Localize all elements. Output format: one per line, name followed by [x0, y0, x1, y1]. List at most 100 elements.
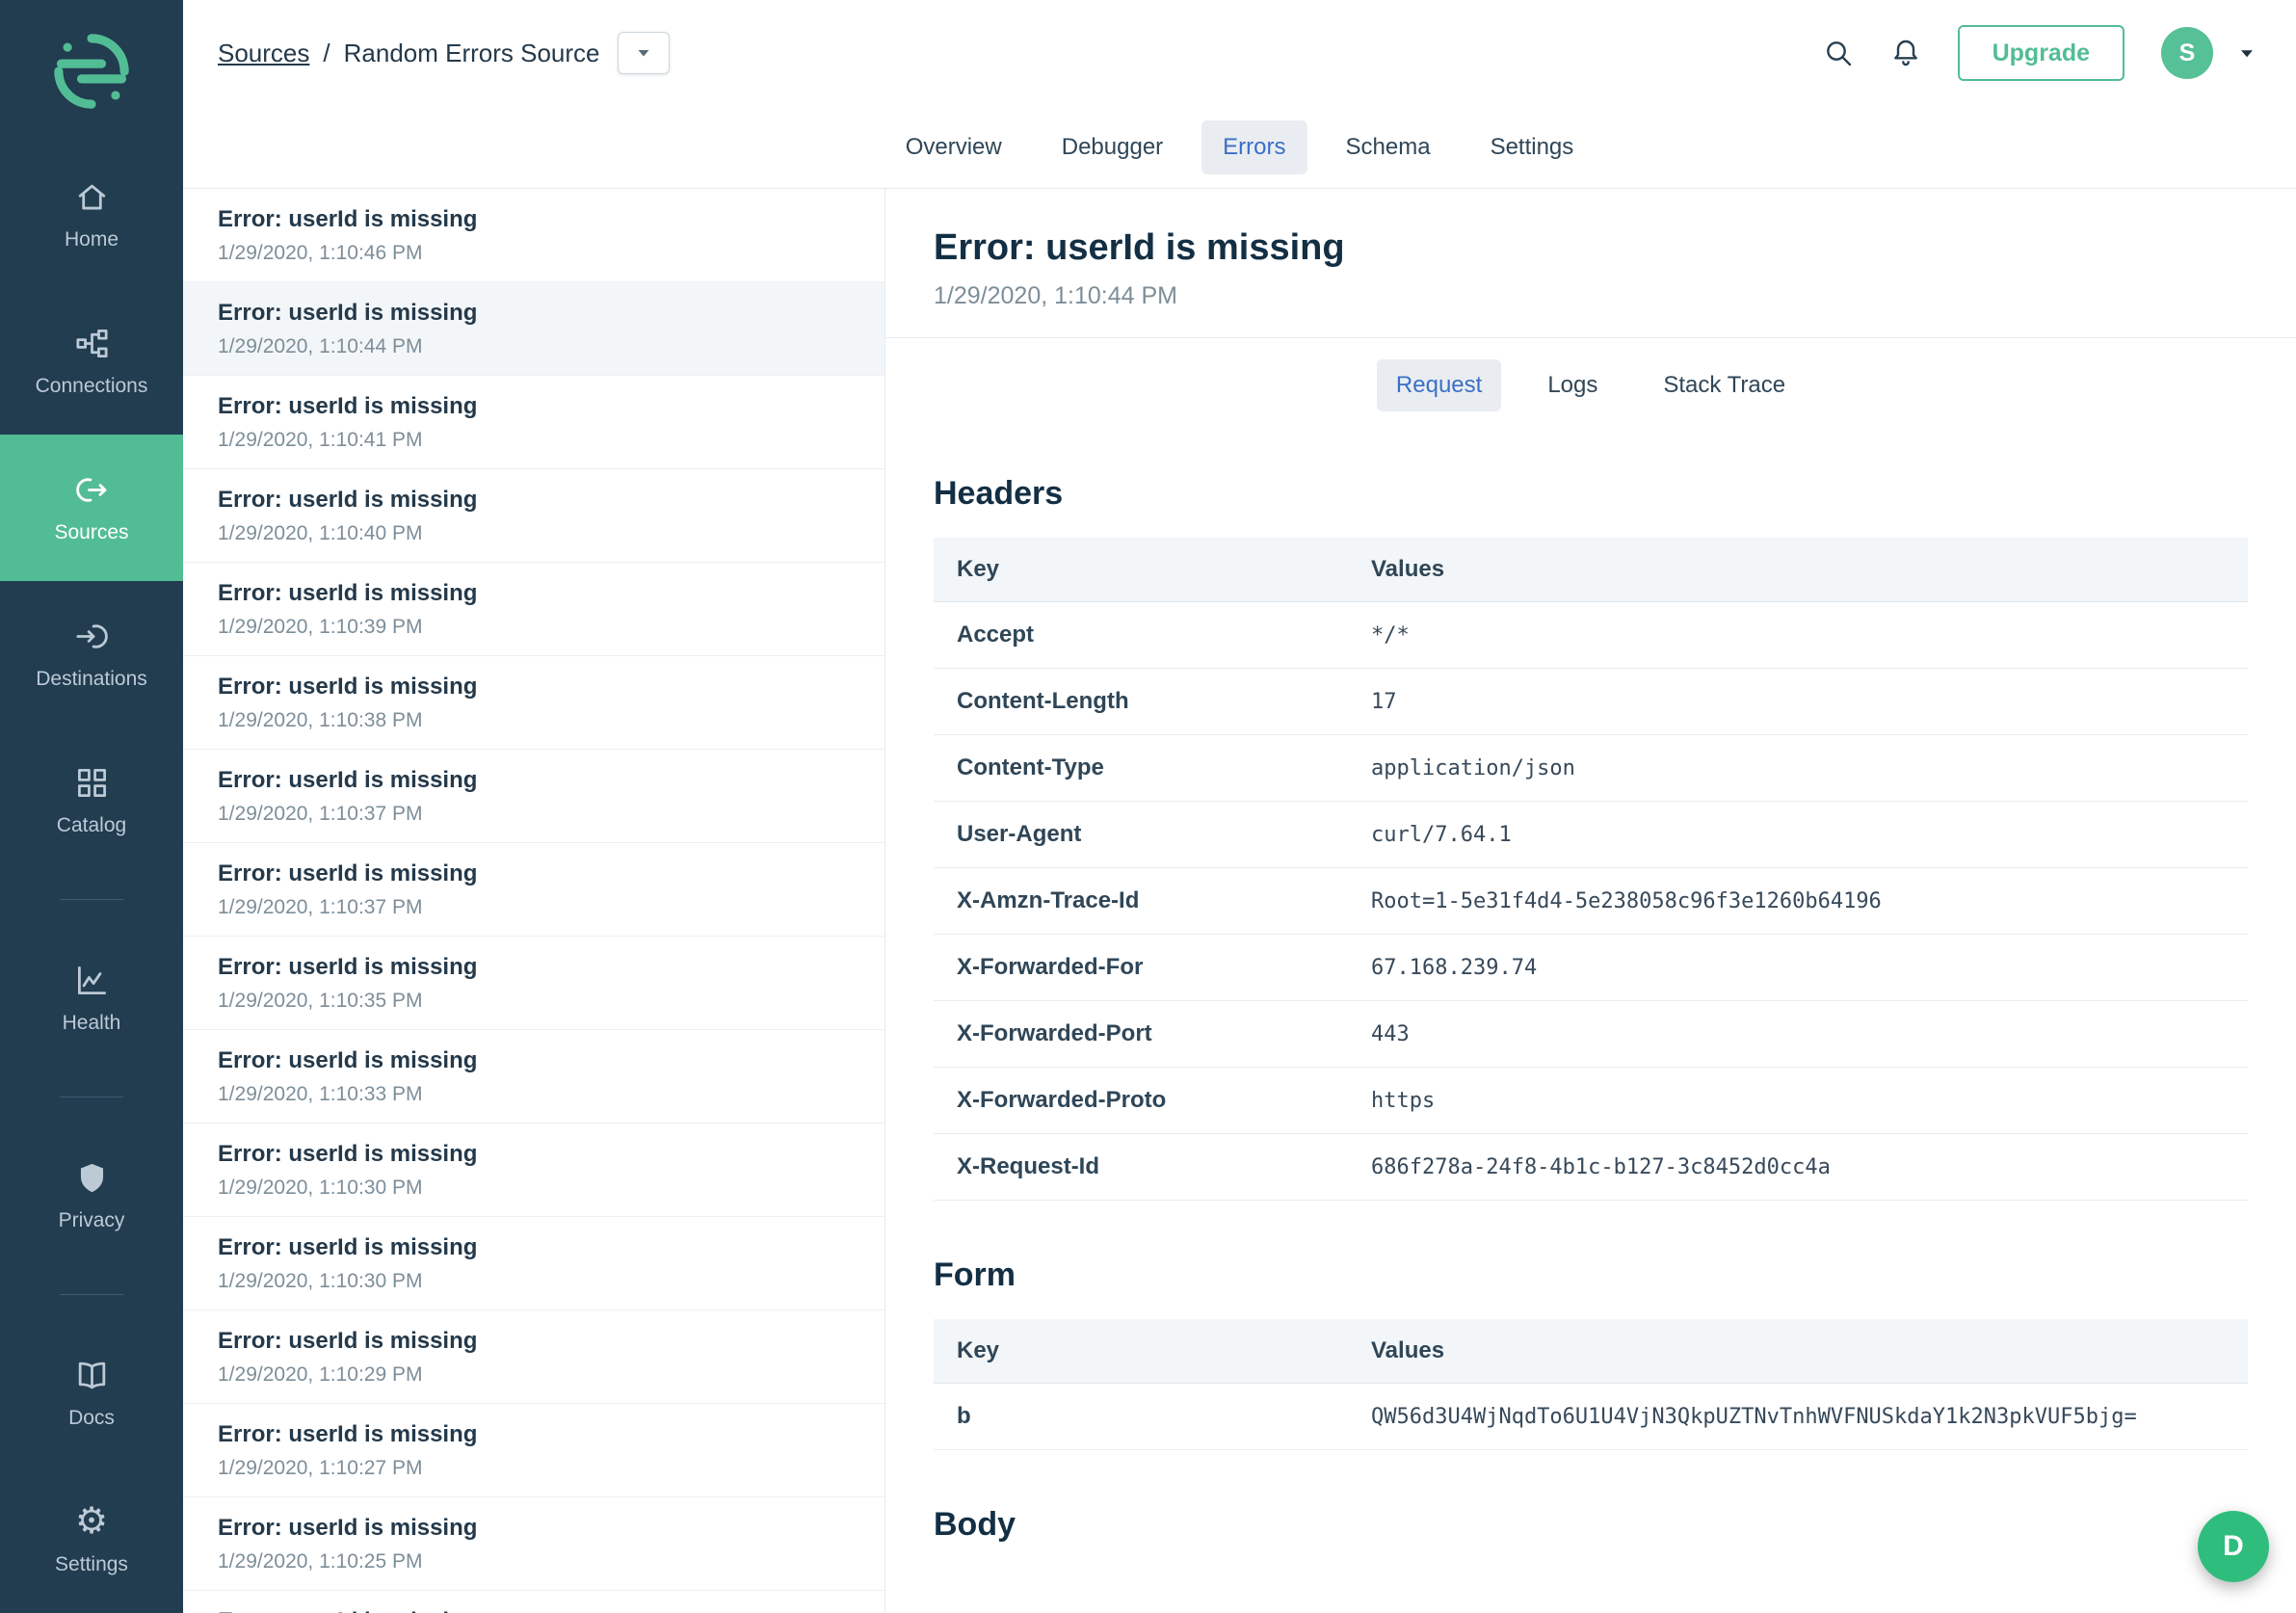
row-value: 686f278a-24f8-4b1c-b127-3c8452d0cc4a: [1348, 1134, 2248, 1201]
sidebar-item-sources[interactable]: Sources: [0, 435, 183, 581]
segment-logo[interactable]: [0, 0, 183, 142]
row-value: https: [1348, 1068, 2248, 1134]
segment-logo-icon: [51, 31, 132, 112]
avatar[interactable]: S: [2161, 27, 2213, 79]
error-list-item[interactable]: Error: userId is missing 1/29/2020, 1:10:…: [183, 282, 884, 376]
tab-settings[interactable]: Settings: [1469, 120, 1596, 174]
error-detail-title: Error: userId is missing: [934, 227, 2248, 269]
sidebar-item-connections[interactable]: Connections: [0, 288, 183, 435]
home-icon: [74, 178, 110, 215]
bell-icon[interactable]: [1890, 38, 1921, 68]
sidebar-item-docs[interactable]: Docs: [0, 1320, 183, 1467]
tab-errors[interactable]: Errors: [1201, 120, 1306, 174]
error-title: Error: userId is missing: [218, 298, 850, 329]
subtab-stack-trace[interactable]: Stack Trace: [1644, 359, 1805, 411]
error-list-item[interactable]: Error: userId is missing1/29/2020, 1:10:…: [183, 1124, 884, 1217]
sidebar-divider: [60, 1294, 123, 1295]
row-value: curl/7.64.1: [1348, 802, 2248, 868]
error-title: Error: userId is missing: [218, 578, 850, 609]
sidebar-item-label: Destinations: [36, 668, 147, 691]
sidebar-item-settings[interactable]: ⚙ Settings: [0, 1467, 183, 1613]
sidebar: Home Connections Sources Destinations Ca: [0, 0, 183, 1613]
error-list-item[interactable]: Error: userId is missing1/29/2020, 1:10:…: [183, 1404, 884, 1497]
error-list-item[interactable]: Error: userId is missing1/29/2020, 1:10:…: [183, 937, 884, 1030]
avatar-caret-icon[interactable]: [2238, 47, 2256, 60]
app-root: Home Connections Sources Destinations Ca: [0, 0, 2296, 1613]
table-row: X-Amzn-Trace-IdRoot=1-5e31f4d4-5e238058c…: [934, 868, 2248, 935]
sidebar-item-catalog[interactable]: Catalog: [0, 727, 183, 874]
error-title: Error: userId is missing: [218, 391, 850, 422]
error-list-item[interactable]: Error: userId is missing1/29/2020, 1:10:…: [183, 189, 884, 282]
error-list-item[interactable]: Error: userId is missing1/29/2020, 1:10:…: [183, 1030, 884, 1124]
row-key: Content-Type: [934, 735, 1348, 802]
error-title: Error: userId is missing: [218, 1513, 850, 1544]
error-list-item[interactable]: Error: userId is missing1/29/2020, 1:10:…: [183, 1217, 884, 1310]
sidebar-item-privacy[interactable]: Privacy: [0, 1123, 183, 1269]
error-list: Error: userId is missing 1/29/2020, 1:10:…: [183, 189, 885, 1613]
topbar-actions: Upgrade S: [1823, 25, 2256, 81]
settings-icon: ⚙: [75, 1503, 108, 1540]
row-value: QW56d3U4WjNqdTo6U1U4VjN3QkpUZTNvTnhWVFNU…: [1348, 1384, 2248, 1450]
error-title: Error: userId is missing: [218, 1232, 850, 1263]
column-header: Values: [1348, 538, 2248, 602]
sidebar-item-label: Docs: [68, 1407, 115, 1430]
sidebar-item-label: Sources: [54, 521, 128, 544]
catalog-icon: [74, 764, 110, 801]
sidebar-item-destinations[interactable]: Destinations: [0, 581, 183, 727]
sidebar-item-label: Connections: [36, 375, 148, 398]
error-list-item[interactable]: Error: userId is missing1/29/2020, 1:10:…: [183, 563, 884, 656]
error-list-item[interactable]: Error: userId is missing1/29/2020, 1:10:…: [183, 1310, 884, 1404]
subtab-logs[interactable]: Logs: [1528, 359, 1617, 411]
chat-widget-button[interactable]: D: [2198, 1511, 2269, 1582]
sidebar-item-label: Home: [65, 228, 119, 251]
detail-section-body: Body: [934, 1506, 2248, 1544]
privacy-icon: [74, 1159, 110, 1196]
breadcrumb-sources-link[interactable]: Sources: [218, 39, 309, 68]
table-row: X-Forwarded-Port443: [934, 1001, 2248, 1068]
row-value: Root=1-5e31f4d4-5e238058c96f3e1260b64196: [1348, 868, 2248, 935]
error-timestamp: 1/29/2020, 1:10:25 PM: [218, 1550, 850, 1573]
error-list-item[interactable]: Error: userId is missing 1/29/2020, 1:10:…: [183, 1497, 884, 1591]
row-value: 17: [1348, 669, 2248, 735]
error-list-item[interactable]: Error: userId is missing1/29/2020, 1:10:…: [183, 469, 884, 563]
error-list-item[interactable]: Error: userId is missing: [183, 1591, 884, 1613]
row-key: User-Agent: [934, 802, 1348, 868]
row-value: */*: [1348, 602, 2248, 669]
error-list-item[interactable]: Error: userId is missing1/29/2020, 1:10:…: [183, 376, 884, 469]
sidebar-item-label: Privacy: [59, 1209, 125, 1232]
tab-debugger[interactable]: Debugger: [1041, 120, 1184, 174]
upgrade-button[interactable]: Upgrade: [1958, 25, 2124, 81]
error-title: Error: userId is missing: [218, 1045, 850, 1076]
row-key: b: [934, 1384, 1348, 1450]
breadcrumb-current: Random Errors Source: [344, 39, 600, 68]
error-list-item[interactable]: Error: userId is missing 1/29/2020, 1:10:…: [183, 750, 884, 843]
error-timestamp: 1/29/2020, 1:10:40 PM: [218, 522, 850, 545]
error-timestamp: 1/29/2020, 1:10:37 PM: [218, 803, 850, 826]
key-value-table: KeyValuesAccept*/*Content-Length17Conten…: [934, 538, 2248, 1201]
section-heading: Form: [934, 1256, 2248, 1294]
error-title: Error: userId is missing: [218, 765, 850, 796]
sidebar-item-home[interactable]: Home: [0, 142, 183, 288]
error-list-item[interactable]: Error: userId is missing1/29/2020, 1:10:…: [183, 843, 884, 937]
tab-overview[interactable]: Overview: [884, 120, 1023, 174]
sidebar-item-health[interactable]: Health: [0, 925, 183, 1071]
error-list-item[interactable]: Error: userId is missing1/29/2020, 1:10:…: [183, 656, 884, 750]
content: Error: userId is missing 1/29/2020, 1:10:…: [183, 189, 2296, 1613]
table-row: User-Agentcurl/7.64.1: [934, 802, 2248, 868]
tab-schema[interactable]: Schema: [1325, 120, 1452, 174]
breadcrumb: Sources / Random Errors Source: [218, 32, 670, 74]
source-switcher-button[interactable]: [618, 32, 670, 74]
search-icon[interactable]: [1823, 38, 1854, 68]
sidebar-item-label: Health: [63, 1012, 121, 1035]
row-key: X-Forwarded-For: [934, 935, 1348, 1001]
table-row: Accept*/*: [934, 602, 2248, 669]
error-timestamp: 1/29/2020, 1:10:44 PM: [218, 335, 850, 358]
error-timestamp: 1/29/2020, 1:10:37 PM: [218, 896, 850, 919]
detail-section-headers: HeadersKeyValuesAccept*/*Content-Length1…: [934, 475, 2248, 1201]
subtab-request[interactable]: Request: [1377, 359, 1501, 411]
error-timestamp: 1/29/2020, 1:10:46 PM: [218, 242, 850, 265]
sidebar-item-label: Settings: [55, 1553, 128, 1576]
section-heading: Body: [934, 1506, 2248, 1544]
error-title: Error: userId is missing: [218, 1606, 850, 1613]
row-value: 443: [1348, 1001, 2248, 1068]
